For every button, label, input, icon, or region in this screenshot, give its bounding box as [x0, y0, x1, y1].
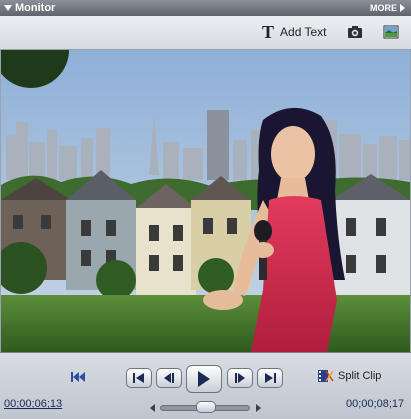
step-back-button[interactable]	[156, 368, 182, 388]
transport-controls: Split Clip 00;00;06;13 00;00;08;17	[0, 352, 411, 419]
more-label: MORE	[370, 3, 397, 13]
collapse-triangle-icon[interactable]	[4, 5, 12, 11]
split-clip-button[interactable]: Split Clip	[318, 369, 381, 383]
step-forward-button[interactable]	[227, 368, 253, 388]
duration-timecode: 00;00;08;17	[346, 398, 405, 410]
image-icon[interactable]	[383, 25, 399, 39]
panel-title: Monitor	[15, 2, 56, 14]
previous-edit-icon	[133, 373, 144, 383]
jog-slider-thumb[interactable]	[196, 401, 216, 413]
next-edit-button[interactable]	[257, 368, 283, 388]
video-frame	[1, 50, 410, 352]
jog-right-arrow-icon[interactable]	[256, 404, 261, 412]
previous-edit-button[interactable]	[126, 368, 152, 388]
panel-title-group[interactable]: Monitor	[4, 2, 55, 14]
add-text-label: Add Text	[280, 25, 327, 39]
step-back-icon	[164, 373, 174, 383]
split-clip-label: Split Clip	[338, 370, 382, 382]
play-icon	[198, 371, 210, 387]
add-text-button[interactable]: T Add Text	[262, 22, 327, 42]
step-forward-icon	[235, 373, 245, 383]
play-button[interactable]	[186, 365, 222, 393]
video-preview[interactable]	[1, 50, 410, 352]
go-to-start-icon[interactable]	[70, 371, 86, 383]
scissors-film-icon	[318, 370, 334, 382]
more-arrow-icon	[400, 4, 405, 12]
jog-left-arrow-icon[interactable]	[150, 404, 155, 412]
camera-icon[interactable]	[347, 25, 363, 39]
more-button[interactable]: MORE	[370, 3, 405, 13]
monitor-toolbar: T Add Text	[0, 16, 411, 50]
next-edit-icon	[265, 373, 276, 383]
text-t-icon: T	[262, 22, 275, 42]
current-timecode[interactable]: 00;00;06;13	[4, 398, 62, 410]
panel-titlebar: Monitor MORE	[0, 0, 411, 16]
